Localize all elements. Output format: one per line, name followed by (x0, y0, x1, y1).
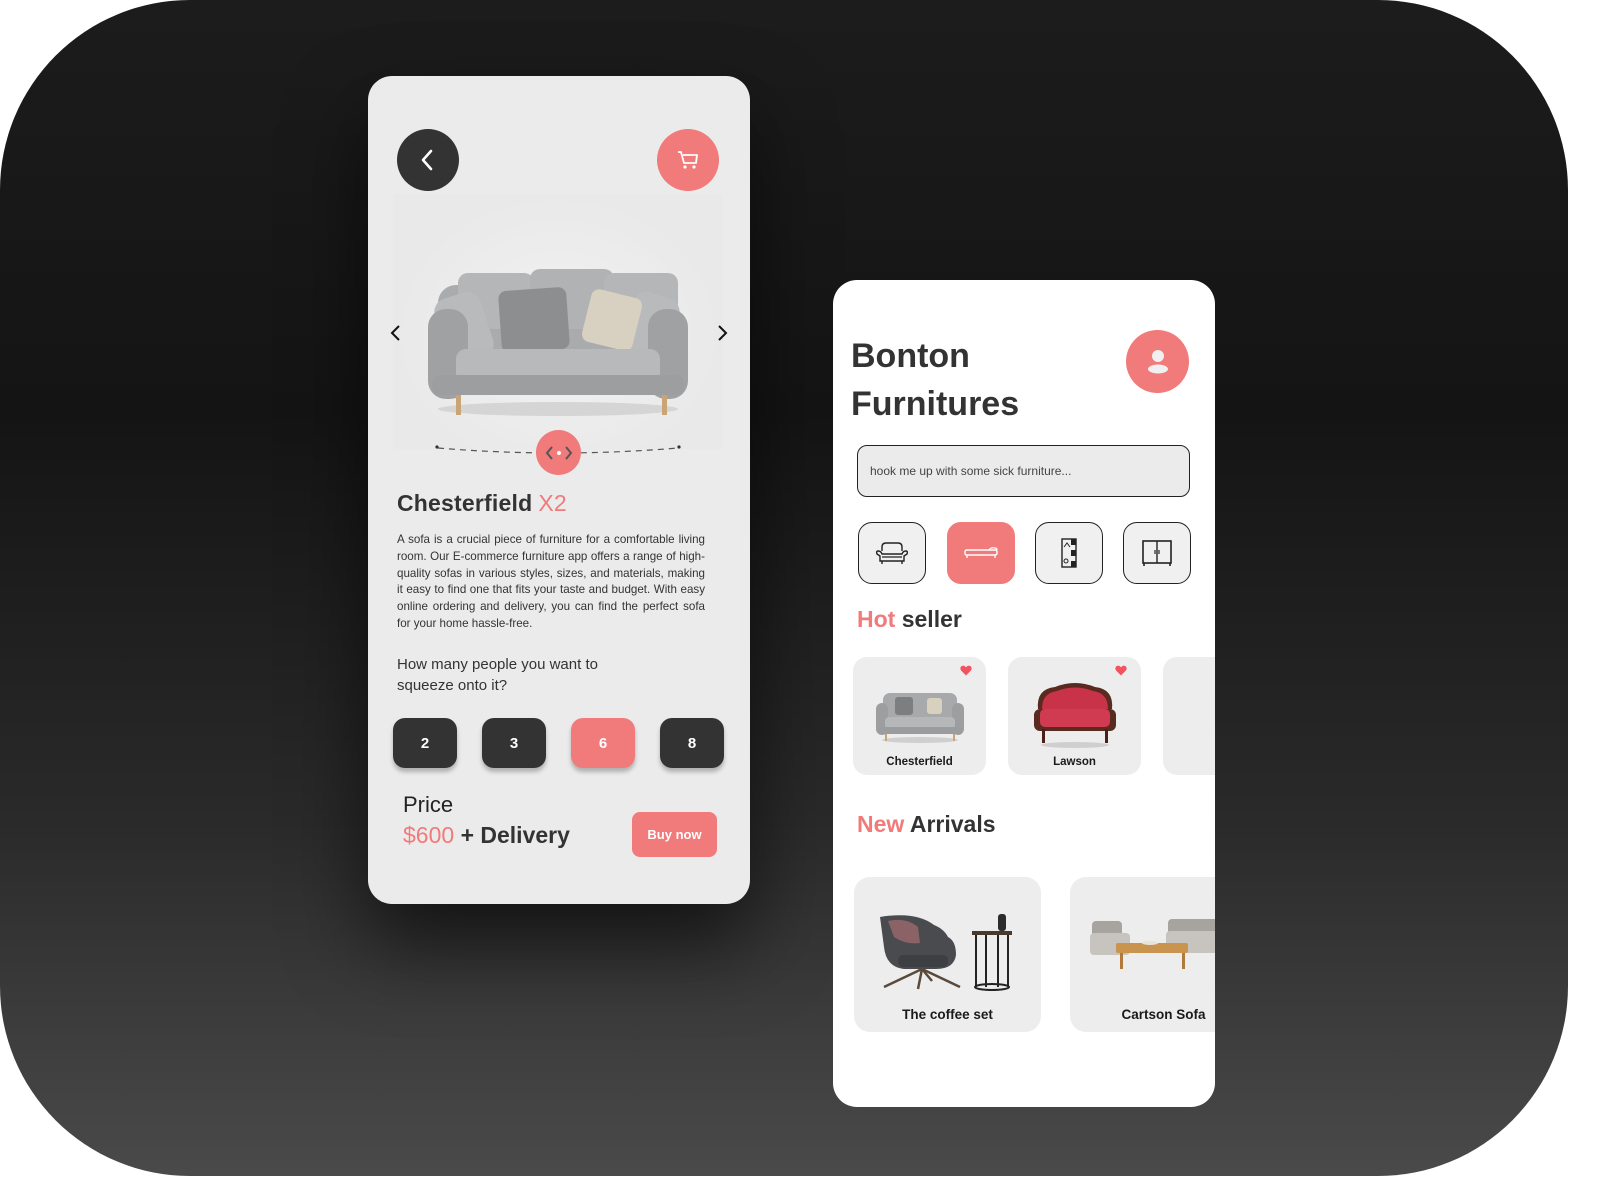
hot-seller-name: Lawson (1053, 756, 1096, 768)
category-wardrobe[interactable] (1035, 522, 1103, 584)
seat-options: 2 3 6 8 (393, 718, 725, 768)
product-name: Chesterfield (397, 490, 533, 516)
new-arrivals-accent: New (857, 811, 905, 837)
chevron-right-icon (718, 325, 728, 341)
search-input[interactable] (858, 446, 1189, 496)
background-stage: Chesterfield X2 A sofa is a crucial piece… (0, 0, 1568, 1176)
price-amount: $600 (403, 822, 455, 848)
category-sofa[interactable] (858, 522, 926, 584)
chesterfield-sofa-image (876, 693, 964, 743)
hot-seller-card[interactable] (1163, 657, 1215, 775)
product-detail-screen: Chesterfield X2 A sofa is a crucial piece… (368, 76, 750, 904)
price-label: Price (403, 792, 454, 817)
back-button[interactable] (397, 129, 459, 191)
hot-seller-rest: seller (901, 606, 962, 632)
seat-option-2[interactable]: 2 (393, 718, 457, 768)
bed-icon (964, 547, 998, 558)
new-arrival-card[interactable]: Cartson Sofa (1070, 877, 1215, 1032)
price-suffix: + Delivery (460, 822, 570, 848)
seat-option-8[interactable]: 8 (660, 718, 724, 768)
heart-icon[interactable] (1115, 665, 1127, 676)
carousel-prev-button[interactable] (386, 323, 406, 343)
new-arrival-card[interactable]: The coffee set (854, 877, 1041, 1032)
product-description: A sofa is a crucial piece of furniture f… (397, 533, 705, 630)
home-screen: Bonton Furnitures hook me up with some s… (833, 280, 1215, 1107)
rotate-360-button[interactable] (536, 430, 581, 475)
category-cabinet[interactable] (1123, 522, 1191, 584)
buy-now-button[interactable]: Buy now (632, 812, 717, 857)
search-field[interactable] (857, 445, 1190, 497)
brand-line-2: Furnitures (851, 385, 1020, 423)
sofa-image (428, 269, 688, 416)
category-bed[interactable] (947, 522, 1015, 584)
seat-question: How many people you want to squeeze onto… (397, 656, 598, 694)
cart-button[interactable] (657, 129, 719, 191)
hot-seller-name: Chesterfield (886, 756, 953, 768)
hot-seller-card[interactable]: Lawson (1008, 657, 1141, 775)
chevron-left-icon (390, 325, 400, 341)
cabinet-icon (1142, 540, 1172, 566)
hot-seller-card[interactable]: Chesterfield (853, 657, 986, 775)
product-title: Chesterfield X2 (397, 490, 567, 517)
new-arrivals-heading: New Arrivals (857, 811, 996, 838)
brand-line-1: Bonton (851, 337, 970, 375)
seat-option-6[interactable]: 6 (571, 718, 635, 768)
seat-option-3[interactable]: 3 (482, 718, 546, 768)
brand-title: Bonton Furnitures (851, 332, 1019, 428)
product-image-area (393, 194, 723, 449)
carousel-next-button[interactable] (712, 323, 732, 343)
lawson-sofa-image (1034, 683, 1116, 748)
shopping-cart-icon (678, 151, 698, 169)
coffee-set-image (880, 914, 1012, 991)
wardrobe-icon (1061, 538, 1077, 568)
product-model: X2 (538, 490, 567, 516)
user-icon (1147, 349, 1168, 373)
price-line: $600 + Delivery (403, 822, 570, 849)
chevron-left-icon (421, 149, 433, 171)
cartson-sofa-image (1090, 919, 1215, 969)
new-arrival-name: Cartson Sofa (1121, 1007, 1206, 1022)
heart-icon[interactable] (960, 665, 972, 676)
rotate-360-icon (545, 445, 572, 460)
new-arrival-name: The coffee set (902, 1007, 993, 1022)
profile-button[interactable] (1126, 330, 1189, 393)
hot-seller-heading: Hot seller (857, 606, 962, 633)
armchair-icon (875, 542, 909, 564)
hot-seller-accent: Hot (857, 606, 896, 632)
new-arrivals-rest: Arrivals (909, 811, 996, 837)
